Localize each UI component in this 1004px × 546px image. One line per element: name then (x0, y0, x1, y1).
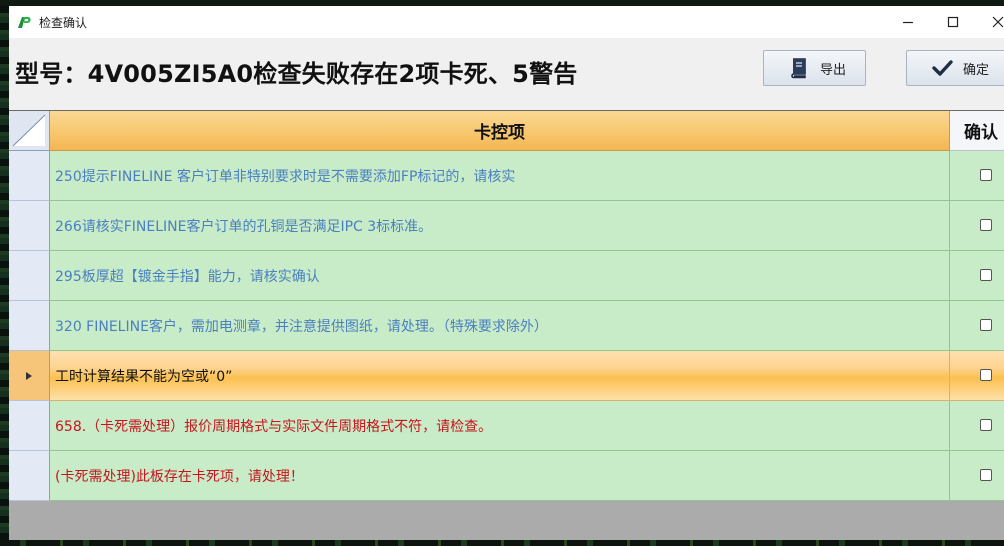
confirm-button-label: 确定 (963, 62, 990, 78)
page-title: 型号：4V005ZI5A0检查失败存在2项卡死、5警告 (15, 60, 578, 88)
select-all-corner[interactable] (9, 111, 50, 151)
header-area: 型号：4V005ZI5A0检查失败存在2项卡死、5警告 导出 确定 (9, 38, 1004, 110)
confirm-cell[interactable] (950, 351, 1004, 401)
export-button-label: 导出 (820, 62, 847, 78)
row-header[interactable] (9, 301, 50, 351)
table-row[interactable]: 295板厚超【镀金手指】能力，请核实确认 (9, 251, 1004, 301)
table-row[interactable]: (卡死需处理)此板存在卡死项，请处理！ (9, 451, 1004, 501)
check-item-text[interactable]: 工时计算结果不能为空或“0” (50, 351, 950, 401)
table-row[interactable]: 320 FINELINE客户，需加电测章，并注意提供图纸，请处理。（特殊要求除外… (9, 301, 1004, 351)
maximize-icon (947, 16, 959, 28)
table-row[interactable]: 工时计算结果不能为空或“0” (9, 351, 1004, 401)
current-row-arrow-icon (26, 371, 32, 380)
confirm-checkbox[interactable] (980, 469, 992, 481)
row-header[interactable] (9, 251, 50, 301)
confirm-button[interactable]: 确定 (906, 50, 1004, 86)
row-header[interactable] (9, 201, 50, 251)
book-icon (791, 58, 806, 79)
corner-triangle-icon (12, 114, 46, 147)
minimize-button[interactable] (885, 6, 931, 38)
maximize-button[interactable] (930, 6, 976, 38)
confirm-cell[interactable] (950, 201, 1004, 251)
column-header-item[interactable]: 卡控项 (50, 111, 950, 151)
minimize-icon (903, 21, 913, 24)
table-row[interactable]: 250提示FINELINE 客户订单非特别要求时是不需要添加FP标记的，请核实 (9, 151, 1004, 201)
grid-header-row: 卡控项 确认 (9, 111, 1004, 151)
column-header-confirm[interactable]: 确认 (950, 111, 1004, 151)
close-icon (992, 16, 1004, 28)
confirm-checkbox[interactable] (980, 269, 992, 281)
check-item-text[interactable]: (卡死需处理)此板存在卡死项，请处理！ (50, 451, 950, 501)
confirm-checkbox[interactable] (980, 219, 992, 231)
desktop-backdrop-bottom (0, 540, 1004, 546)
desktop-backdrop (0, 0, 9, 546)
close-button[interactable] (975, 6, 1004, 38)
confirm-cell[interactable] (950, 451, 1004, 501)
check-item-text[interactable]: 266请核实FINELINE客户订单的孔铜是否满足IPC 3标标准。 (50, 201, 950, 251)
check-item-text[interactable]: 658.（卡死需处理）报价周期格式与实际文件周期格式不符，请检查。 (50, 401, 950, 451)
table-row[interactable]: 266请核实FINELINE客户订单的孔铜是否满足IPC 3标标准。 (9, 201, 1004, 251)
row-header[interactable] (9, 151, 50, 201)
confirm-checkbox[interactable] (980, 169, 992, 181)
confirm-checkbox[interactable] (980, 319, 992, 331)
table-row[interactable]: 658.（卡死需处理）报价周期格式与实际文件周期格式不符，请检查。 (9, 401, 1004, 451)
confirm-cell[interactable] (950, 251, 1004, 301)
check-items-grid: 卡控项 确认 250提示FINELINE 客户订单非特别要求时是不需要添加FP标… (9, 110, 1004, 540)
confirm-cell[interactable] (950, 301, 1004, 351)
title-bar[interactable]: 检查确认 (9, 6, 1004, 38)
confirm-cell[interactable] (950, 151, 1004, 201)
confirm-checkbox[interactable] (980, 419, 992, 431)
row-header[interactable] (9, 351, 50, 401)
app-logo-icon (18, 17, 31, 28)
row-header[interactable] (9, 401, 50, 451)
checkmark-icon (932, 60, 953, 76)
check-item-text[interactable]: 320 FINELINE客户，需加电测章，并注意提供图纸，请处理。（特殊要求除外… (50, 301, 950, 351)
check-confirm-window: 检查确认 型号：4V005ZI5A0检查失败存在2项卡死、5警告 导出 确定 卡… (9, 6, 1004, 540)
check-item-text[interactable]: 295板厚超【镀金手指】能力，请核实确认 (50, 251, 950, 301)
confirm-checkbox[interactable] (980, 369, 992, 381)
row-header[interactable] (9, 451, 50, 501)
export-button[interactable]: 导出 (763, 50, 866, 86)
check-item-text[interactable]: 250提示FINELINE 客户订单非特别要求时是不需要添加FP标记的，请核实 (50, 151, 950, 201)
window-title: 检查确认 (39, 16, 88, 30)
confirm-cell[interactable] (950, 401, 1004, 451)
